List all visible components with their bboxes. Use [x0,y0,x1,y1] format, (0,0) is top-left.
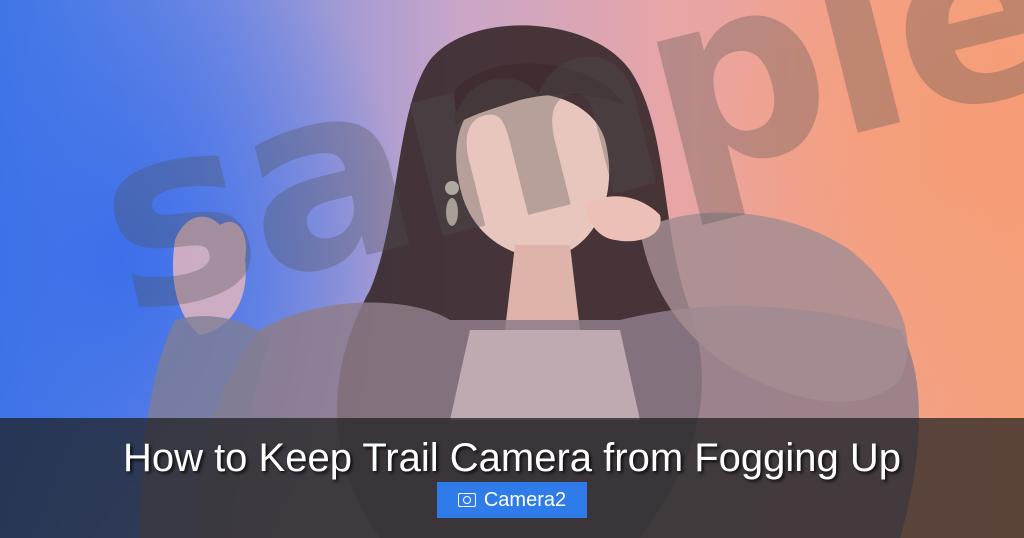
neck [505,245,580,330]
hero-image: sample How to Keep Trail Camera from Fog… [0,0,1024,538]
earring [445,181,459,195]
category-label: Camera2 [483,488,567,511]
shirt [450,330,640,420]
camera-icon [457,493,476,507]
category-badge[interactable]: Camera2 [437,482,587,518]
post-title[interactable]: How to Keep Trail Camera from Fogging Up [0,436,1024,481]
